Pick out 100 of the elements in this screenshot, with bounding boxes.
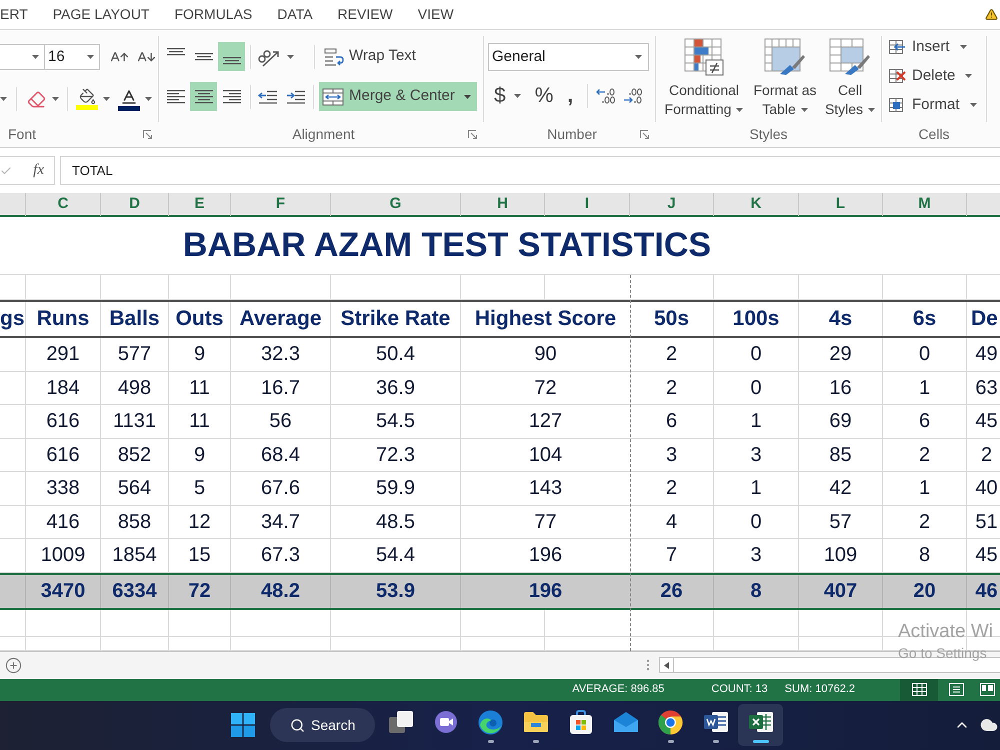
column-header[interactable]: G: [331, 193, 461, 216]
ribbon-tab[interactable]: FORMULAS: [174, 4, 252, 25]
ribbon-tab[interactable]: ERT: [0, 4, 28, 25]
number-format-dropdown[interactable]: General: [488, 43, 649, 71]
table-cell: 42: [799, 472, 883, 504]
comma-style-button[interactable]: ,: [567, 82, 574, 110]
percent-button[interactable]: %: [534, 82, 554, 110]
dialog-launcher-icon[interactable]: [640, 130, 649, 139]
currency-button[interactable]: $: [494, 82, 521, 110]
table-cell: 2: [883, 438, 967, 471]
fill-color-icon[interactable]: [76, 88, 98, 110]
view-button[interactable]: [900, 678, 938, 700]
conditional-formatting-button[interactable]: Conditional Formatting: [658, 38, 750, 122]
column-header[interactable]: K: [714, 193, 799, 216]
wrap-text-button[interactable]: Wrap Text: [321, 43, 419, 70]
start-menu-icon[interactable]: [230, 713, 254, 737]
table-cell-text: 63: [974, 376, 999, 401]
conditional-formatting-icon: [684, 38, 724, 76]
table-cell: 0: [714, 338, 799, 370]
column-header[interactable]: E: [169, 193, 231, 216]
search-button[interactable]: Search: [270, 708, 375, 742]
table-cell: 16: [799, 372, 883, 404]
increase-indent-icon[interactable]: [286, 90, 306, 104]
activation-subtitle: Go to Settings: [898, 646, 988, 660]
column-header[interactable]: H: [461, 193, 545, 216]
table-cell: 0: [714, 372, 799, 404]
format-as-table-button[interactable]: Format as Table: [750, 38, 820, 122]
table-cell: 5: [169, 472, 231, 504]
decrease-indent-icon[interactable]: [258, 90, 278, 104]
table-cell: 1009: [26, 539, 101, 572]
table-cell: 85: [799, 438, 883, 471]
total-cell: 6334: [101, 574, 169, 608]
table-cell: 9: [169, 438, 231, 471]
caret-icon[interactable]: [0, 97, 7, 101]
header-cell-text: De: [970, 306, 999, 332]
formula-input[interactable]: TOTAL: [60, 156, 1000, 185]
check-icon[interactable]: [0, 164, 12, 176]
align-bottom-icon: [222, 57, 242, 65]
column-header[interactable]: D: [101, 193, 169, 216]
insert-cells-button[interactable]: Insert: [888, 37, 986, 57]
caret-icon: [960, 45, 967, 49]
ribbon-tab[interactable]: REVIEW: [338, 4, 393, 25]
table-cell-text: 51: [974, 510, 999, 535]
caret-icon[interactable]: [52, 97, 59, 101]
column-header[interactable]: F: [231, 193, 331, 216]
total-cell: 72: [169, 574, 231, 608]
header-cell-text: Highest Score: [474, 306, 618, 332]
decrease-decimal-icon[interactable]: [623, 88, 644, 104]
add-sheet-icon[interactable]: [5, 656, 22, 674]
browser-icon: [658, 710, 683, 734]
merge-center-button[interactable]: Merge & Center: [319, 82, 477, 111]
table-cell: 57: [799, 506, 883, 538]
table-cell: 109: [799, 539, 883, 572]
cloud-icon[interactable]: [980, 716, 998, 734]
align-left-icon: [166, 90, 186, 104]
eraser-icon[interactable]: [27, 90, 46, 108]
delete-cells-icon: [888, 68, 906, 84]
table-cell: 12: [169, 506, 231, 538]
caret-icon: [868, 108, 876, 112]
font-color-icon[interactable]: [118, 88, 140, 110]
grid-view-icon: [912, 683, 926, 696]
ribbon-tab[interactable]: DATA: [277, 4, 313, 25]
total-cell: 48.2: [231, 574, 331, 608]
caret-icon[interactable]: [145, 97, 152, 101]
column-header[interactable]: J: [630, 193, 714, 216]
table-cell: 0: [714, 506, 799, 538]
font-name-field[interactable]: [0, 44, 45, 70]
table-cell: 338: [26, 472, 101, 504]
font-size-field[interactable]: 16: [45, 44, 100, 70]
column-header[interactable]: I: [545, 193, 630, 216]
delete-cells-button[interactable]: Delete: [888, 66, 986, 86]
ribbon-tab[interactable]: VIEW: [418, 4, 454, 25]
align-middle-icon: [194, 52, 214, 60]
column-header[interactable]: M: [883, 193, 967, 216]
insert-function-button[interactable]: fx: [33, 159, 44, 182]
align-bottom-button[interactable]: [218, 42, 245, 71]
dialog-launcher-icon[interactable]: [468, 130, 477, 139]
ribbon-tab[interactable]: PAGE LAYOUT: [52, 4, 150, 25]
align-center-button[interactable]: [190, 82, 217, 111]
caret-icon[interactable]: [103, 97, 110, 101]
column-header[interactable]: C: [26, 193, 101, 216]
activation-title: Activate Wi: [898, 622, 994, 641]
cell-styles-icon: [829, 38, 871, 76]
increase-decimal-icon[interactable]: [596, 88, 616, 104]
format-cells-button[interactable]: Format: [888, 95, 986, 115]
table-cell: 1: [883, 472, 967, 504]
table-cell-text: 2: [980, 442, 994, 468]
column-header[interactable]: L: [799, 193, 883, 216]
total-cell: 8: [714, 574, 799, 608]
total-cell-text: 46: [974, 579, 999, 604]
caret-icon[interactable]: [287, 54, 294, 58]
dialog-launcher-icon[interactable]: [143, 130, 152, 139]
cell-styles-button[interactable]: Cell Styles: [820, 38, 880, 122]
status-text: COUNT: 13: [711, 682, 768, 698]
table-cell-text: 104: [528, 442, 564, 468]
mail-icon: [612, 711, 638, 733]
table-cell-text: 40: [974, 476, 999, 502]
taskbar-app-button[interactable]: [738, 704, 783, 746]
scroll-left-icon[interactable]: [664, 662, 669, 668]
format-cells-icon: [888, 97, 906, 113]
